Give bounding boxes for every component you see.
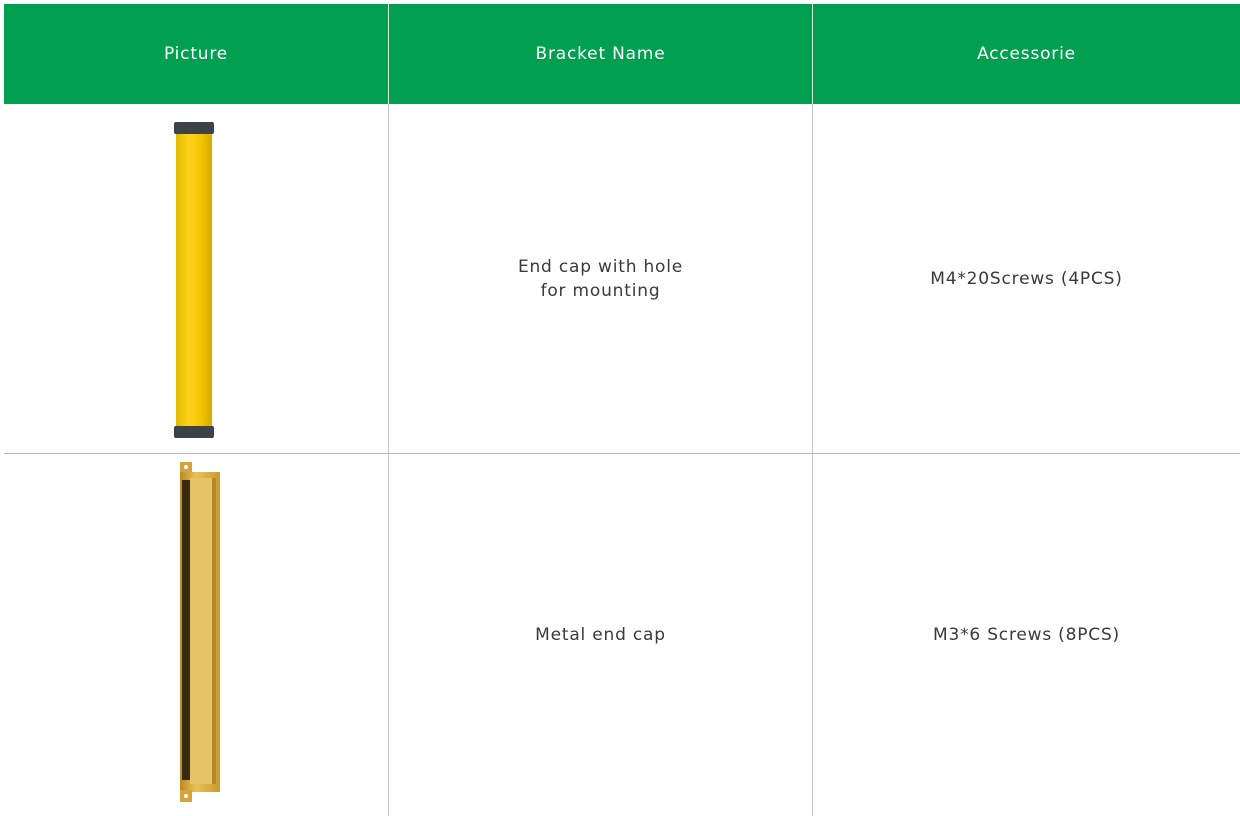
yellow-end-cap-image <box>172 120 216 440</box>
table-header: Picture Bracket Name Accessorie <box>4 4 1240 104</box>
column-header-bracket-name: Bracket Name <box>535 44 666 64</box>
bracket-name-cell: Metal end cap <box>535 625 666 645</box>
bracket-name-cell: End cap with hole for mounting <box>517 256 684 301</box>
column-header-picture: Picture <box>163 44 229 64</box>
accessory-cell: M4*20Screws (4PCS) <box>930 268 1123 289</box>
accessory-cell: M3*6 Screws (8PCS) <box>933 625 1120 645</box>
column-header-accessorie: Accessorie <box>977 44 1076 64</box>
metal-end-cap-image <box>172 462 228 806</box>
bracket-table: Picture Bracket Name Accessorie End cap … <box>4 0 1240 816</box>
